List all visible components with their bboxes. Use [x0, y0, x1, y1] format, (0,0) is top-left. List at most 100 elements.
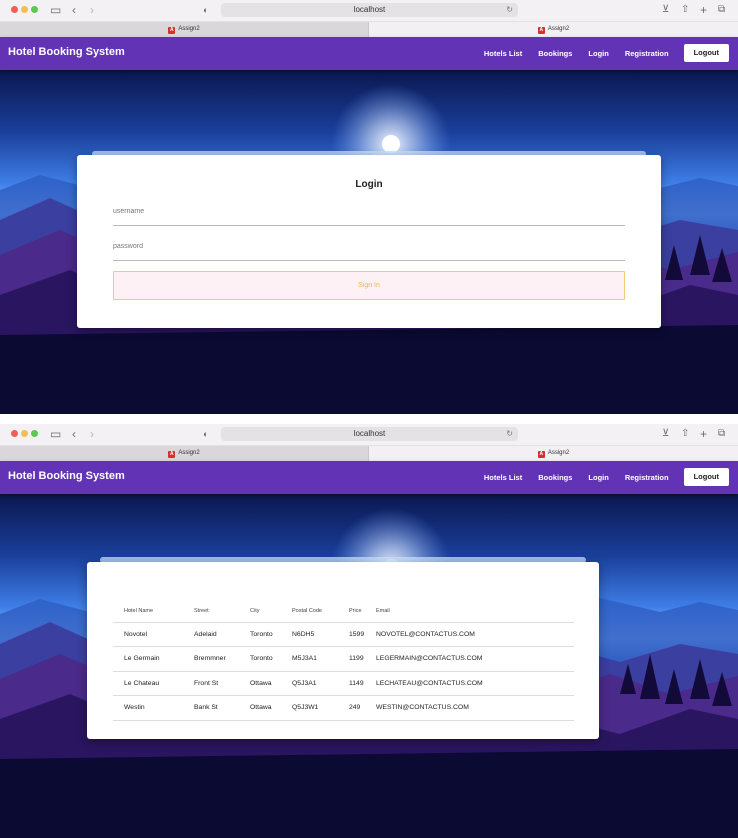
- login-card: Login Sign In: [77, 155, 661, 328]
- cell-postal-code: M5J3A1: [281, 646, 338, 672]
- cell-hotel-name: Westin: [113, 695, 183, 721]
- cell-street: Bremmner: [183, 646, 239, 672]
- angular-icon: A: [168, 27, 176, 34]
- app-navbar: Hotel Booking System Hotels List Booking…: [0, 37, 738, 70]
- cell-price: 1599: [338, 622, 365, 647]
- close-window-button[interactable]: [11, 430, 18, 437]
- nav-registration[interactable]: Registration: [625, 49, 669, 58]
- tab-title: Assign2: [547, 26, 570, 32]
- back-icon[interactable]: ‹: [72, 3, 76, 17]
- table-row[interactable]: Le Chateau Front St Ottawa Q5J3A1 1149 L…: [113, 671, 574, 696]
- password-input[interactable]: [113, 236, 625, 257]
- sidebar-icon[interactable]: ▭: [50, 427, 61, 441]
- table-row[interactable]: Novotel Adelaid Toronto N6DH5 1599 NOVOT…: [113, 622, 574, 647]
- angular-icon: A: [537, 451, 545, 458]
- minimize-window-button[interactable]: [21, 6, 28, 13]
- cell-email: LEGERMAIN@CONTACTUS.COM: [365, 646, 574, 672]
- column-header-price[interactable]: Price: [338, 600, 365, 623]
- tab-assign2-first[interactable]: A Assign2: [0, 22, 369, 37]
- cell-email: LECHATEAU@CONTACTUS.COM: [365, 671, 574, 696]
- download-icon[interactable]: ⊻: [662, 427, 669, 441]
- address-bar[interactable]: localhost ↻: [221, 3, 518, 17]
- app-brand[interactable]: Hotel Booking System: [8, 470, 125, 482]
- reload-icon[interactable]: ↻: [506, 3, 513, 17]
- column-header-hotel-name[interactable]: Hotel Name: [113, 600, 183, 623]
- cell-street: Front St: [183, 671, 239, 696]
- share-icon[interactable]: ⇧: [681, 3, 689, 17]
- username-field[interactable]: [113, 200, 625, 226]
- logout-button[interactable]: Logout: [683, 468, 729, 486]
- password-field[interactable]: [113, 235, 625, 261]
- reload-icon[interactable]: ↻: [506, 427, 513, 441]
- close-window-button[interactable]: [11, 6, 18, 13]
- angular-icon: A: [168, 451, 176, 458]
- cell-city: Toronto: [239, 646, 281, 672]
- tab-bar: A Assign2 A Assign2: [0, 22, 738, 37]
- forward-icon[interactable]: ›: [90, 3, 94, 17]
- tab-assign2-second[interactable]: A Assign2: [369, 22, 738, 37]
- username-input[interactable]: [113, 201, 625, 222]
- forward-icon[interactable]: ›: [90, 427, 94, 441]
- logout-button[interactable]: Logout: [683, 44, 729, 62]
- maximize-window-button[interactable]: [31, 430, 38, 437]
- cell-postal-code: Q5J3W1: [281, 695, 338, 721]
- back-icon[interactable]: ‹: [72, 427, 76, 441]
- cell-email: WESTIN@CONTACTUS.COM: [365, 695, 574, 721]
- shield-icon[interactable]: ◐: [203, 3, 208, 17]
- cell-city: Ottawa: [239, 695, 281, 721]
- nav-hotels-list[interactable]: Hotels List: [484, 49, 522, 58]
- browser-toolbar: ▭ ‹ › ◐ localhost ↻ ⊻ ⇧ + ⧉: [0, 424, 738, 446]
- column-header-street[interactable]: Street: [183, 600, 239, 623]
- download-icon[interactable]: ⊻: [662, 3, 669, 17]
- nav-login[interactable]: Login: [588, 473, 608, 482]
- nav-login[interactable]: Login: [588, 49, 608, 58]
- tab-assign2-first[interactable]: A Assign2: [0, 446, 369, 461]
- column-header-city[interactable]: City: [239, 600, 281, 623]
- sign-in-button[interactable]: Sign In: [113, 271, 625, 300]
- app-navbar: Hotel Booking System Hotels List Booking…: [0, 461, 738, 494]
- cell-price: 1149: [338, 671, 365, 696]
- tab-overview-icon[interactable]: ⧉: [718, 3, 725, 17]
- browser-toolbar: ▭ ‹ › ◐ localhost ↻ ⊻ ⇧ + ⧉: [0, 0, 738, 22]
- column-header-postal-code[interactable]: Postal Code: [281, 600, 338, 623]
- cell-street: Bank St: [183, 695, 239, 721]
- tab-overview-icon[interactable]: ⧉: [718, 427, 725, 441]
- address-text: localhost: [353, 5, 386, 14]
- nav-links: Hotels List Bookings Login Registration …: [468, 468, 729, 486]
- cell-city: Toronto: [239, 622, 281, 647]
- nav-registration[interactable]: Registration: [625, 473, 669, 482]
- tab-assign2-second[interactable]: A Assign2: [369, 446, 738, 461]
- hotels-card: Hotel Name Street City Postal Code Price…: [87, 562, 599, 739]
- table-row[interactable]: Westin Bank St Ottawa Q5J3W1 249 WESTIN@…: [113, 695, 574, 721]
- minimize-window-button[interactable]: [21, 430, 28, 437]
- cell-price: 249: [338, 695, 365, 721]
- table-row[interactable]: Le Germain Bremmner Toronto M5J3A1 1199 …: [113, 646, 574, 672]
- cell-postal-code: N6DH5: [281, 622, 338, 647]
- cell-hotel-name: Le Chateau: [113, 671, 183, 696]
- address-text: localhost: [353, 429, 386, 438]
- share-icon[interactable]: ⇧: [681, 427, 689, 441]
- nav-bookings[interactable]: Bookings: [538, 49, 572, 58]
- maximize-window-button[interactable]: [31, 6, 38, 13]
- shield-icon[interactable]: ◐: [203, 427, 208, 441]
- address-bar[interactable]: localhost ↻: [221, 427, 518, 441]
- sidebar-icon[interactable]: ▭: [50, 3, 61, 17]
- app-brand[interactable]: Hotel Booking System: [8, 46, 125, 58]
- angular-icon: A: [537, 27, 545, 34]
- tab-title: Assign2: [178, 450, 200, 456]
- login-title: Login: [355, 179, 383, 190]
- browser-window-login: ▭ ‹ › ◐ localhost ↻ ⊻ ⇧ + ⧉ A Assign2 A As…: [0, 0, 738, 414]
- tab-title: Assign2: [547, 450, 570, 456]
- cell-street: Adelaid: [183, 622, 239, 647]
- new-tab-icon[interactable]: +: [700, 3, 707, 17]
- column-header-email[interactable]: Email: [365, 600, 574, 623]
- nav-hotels-list[interactable]: Hotels List: [484, 473, 522, 482]
- window-separator: [0, 414, 738, 424]
- nav-bookings[interactable]: Bookings: [538, 473, 572, 482]
- cell-email: NOVOTEL@CONTACTUS.COM: [365, 622, 574, 647]
- cell-price: 1199: [338, 646, 365, 672]
- background-landscape: Hotel Name Street City Postal Code Price…: [0, 494, 738, 838]
- new-tab-icon[interactable]: +: [700, 427, 707, 441]
- hotels-table: Hotel Name Street City Postal Code Price…: [113, 600, 574, 721]
- nav-links: Hotels List Bookings Login Registration …: [468, 44, 729, 62]
